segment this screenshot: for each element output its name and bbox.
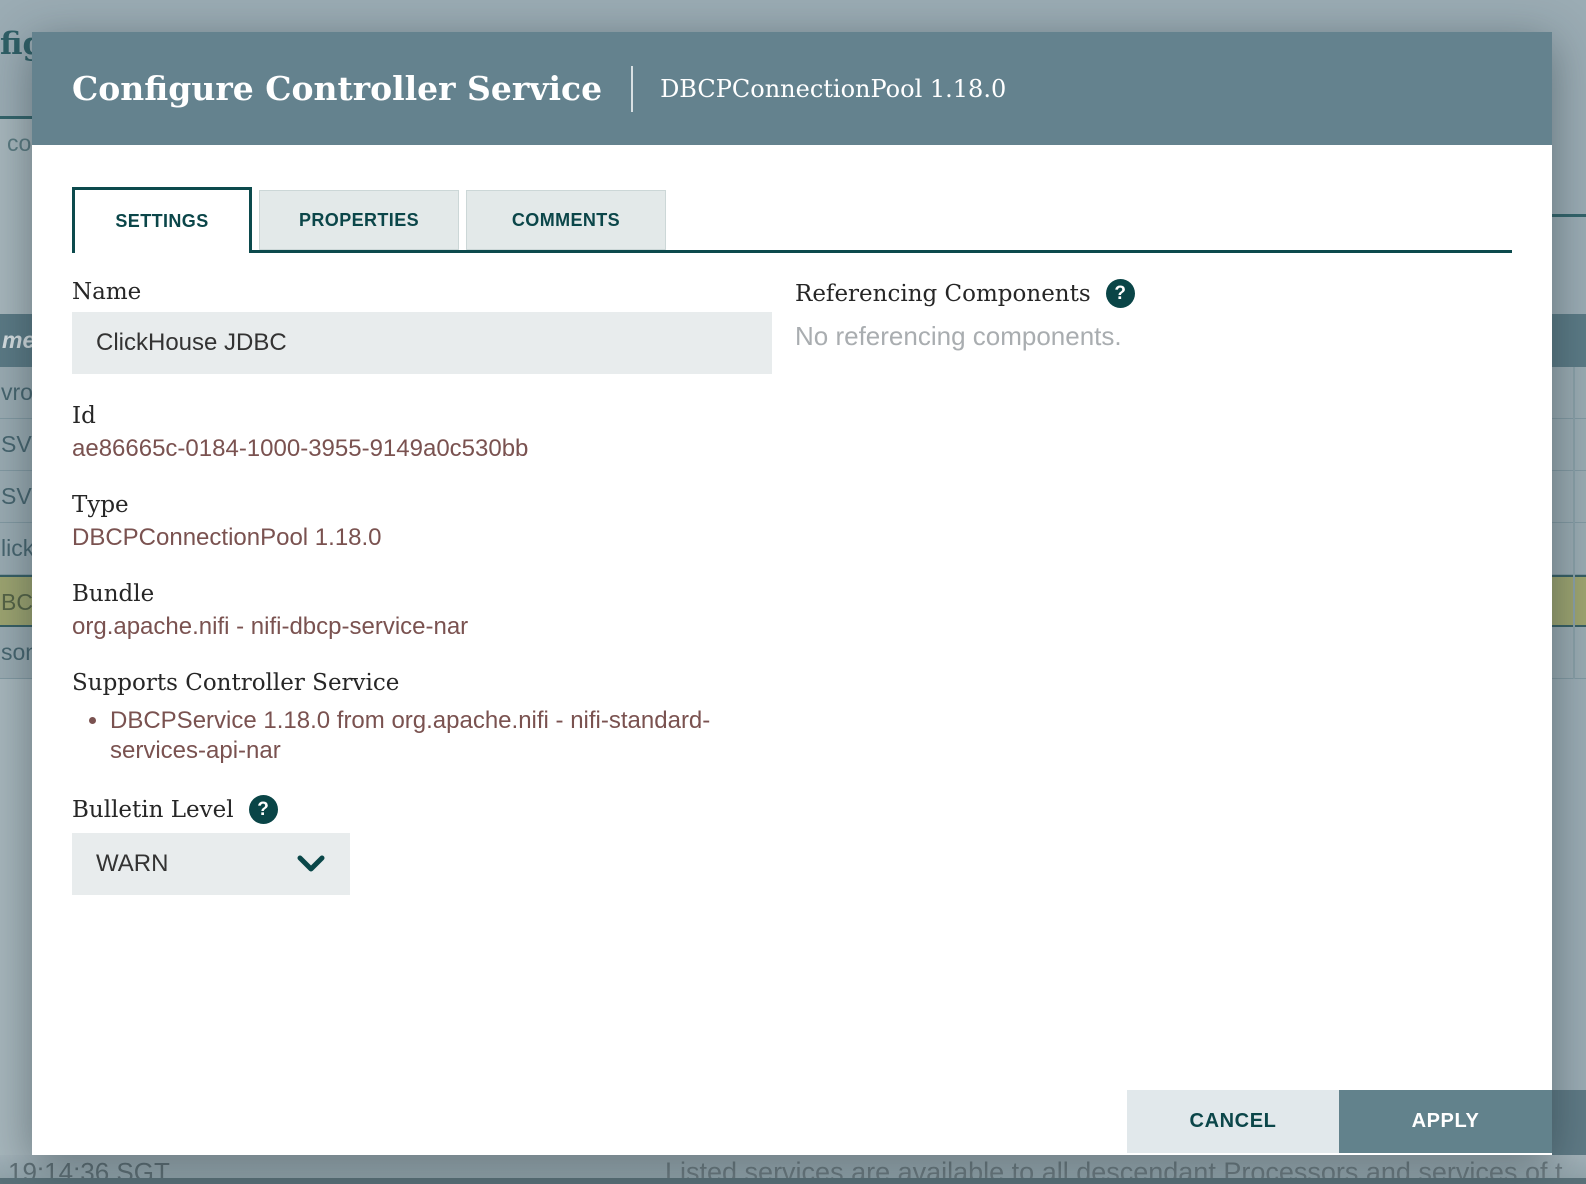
tab-bar: SETTINGS PROPERTIES COMMENTS — [72, 187, 1512, 253]
bg-table-rows-right — [1552, 367, 1586, 679]
table-row: SVF — [0, 419, 32, 471]
apply-button[interactable]: APPLY — [1339, 1090, 1552, 1153]
bg-divider-line — [0, 116, 32, 119]
bg-table-header: me — [0, 314, 32, 367]
dialog-button-bar: CANCEL APPLY — [1127, 1090, 1552, 1153]
type-field-group: Type DBCPConnectionPool 1.18.0 — [72, 492, 772, 552]
table-row — [1552, 367, 1586, 419]
table-row — [1552, 419, 1586, 471]
no-referencing-components-text: No referencing components. — [795, 321, 1512, 352]
supported-services-list: DBCPService 1.18.0 from org.apache.nifi … — [110, 706, 735, 766]
name-label: Name — [72, 279, 772, 305]
dialog-title: Configure Controller Service — [72, 69, 602, 108]
bg-table-header — [1552, 314, 1586, 367]
supports-label: Supports Controller Service — [72, 670, 772, 696]
bg-button-fragment — [1552, 1090, 1586, 1155]
configure-controller-service-dialog: Configure Controller Service DBCPConnect… — [32, 32, 1552, 1155]
bg-tab-fragment: co — [7, 130, 31, 157]
tab-comments[interactable]: COMMENTS — [466, 190, 666, 250]
bundle-value: org.apache.nifi - nifi-dbcp-service-nar — [72, 613, 772, 641]
tab-properties[interactable]: PROPERTIES — [259, 190, 459, 250]
table-row-selected: BCI — [0, 575, 32, 627]
table-row — [1552, 627, 1586, 679]
bg-bottom-edge — [0, 1178, 1586, 1184]
supported-service-item: DBCPService 1.18.0 from org.apache.nifi … — [110, 706, 735, 766]
referencing-label-row: Referencing Components ? — [795, 279, 1512, 308]
chevron-down-icon — [296, 855, 326, 873]
type-label: Type — [72, 492, 772, 518]
supports-field-group: Supports Controller Service DBCPService … — [72, 670, 772, 766]
table-row — [1552, 471, 1586, 523]
name-input[interactable] — [72, 312, 772, 374]
table-row: vro — [0, 367, 32, 419]
bulletin-level-label: Bulletin Level — [72, 797, 234, 823]
id-value: ae86665c-0184-1000-3955-9149a0c530bb — [72, 435, 772, 463]
cancel-button[interactable]: CANCEL — [1127, 1090, 1339, 1153]
table-row: son — [0, 627, 32, 679]
settings-right-column: Referencing Components ? No referencing … — [795, 279, 1512, 924]
table-row-selected — [1552, 575, 1586, 627]
table-row: lick — [0, 523, 32, 575]
bulletin-label-row: Bulletin Level ? — [72, 795, 772, 824]
bundle-field-group: Bundle org.apache.nifi - nifi-dbcp-servi… — [72, 581, 772, 641]
referencing-components-label: Referencing Components — [795, 281, 1091, 307]
dialog-subtitle: DBCPConnectionPool 1.18.0 — [660, 75, 1006, 103]
settings-tab-content: Name Id ae86665c-0184-1000-3955-9149a0c5… — [72, 279, 1512, 924]
id-label: Id — [72, 403, 772, 429]
bulletin-level-dropdown[interactable]: WARN — [72, 833, 350, 895]
bg-table-header-label: me — [2, 327, 35, 354]
title-divider — [631, 66, 633, 112]
help-icon[interactable]: ? — [249, 795, 278, 824]
bg-table-rows-left: vro SVF SVF lick BCI son — [0, 367, 32, 679]
type-value: DBCPConnectionPool 1.18.0 — [72, 524, 772, 552]
help-icon[interactable]: ? — [1106, 279, 1135, 308]
bg-table-gridline — [1573, 367, 1575, 679]
id-field-group: Id ae86665c-0184-1000-3955-9149a0c530bb — [72, 403, 772, 463]
tab-settings[interactable]: SETTINGS — [72, 187, 252, 253]
bulletin-field-group: Bulletin Level ? WARN — [72, 795, 772, 895]
bulletin-level-value: WARN — [96, 850, 296, 878]
table-row: SVF — [0, 471, 32, 523]
bg-divider-line — [1552, 214, 1586, 217]
name-field-group: Name — [72, 279, 772, 374]
settings-left-column: Name Id ae86665c-0184-1000-3955-9149a0c5… — [72, 279, 772, 924]
bundle-label: Bundle — [72, 581, 772, 607]
table-row — [1552, 523, 1586, 575]
dialog-header: Configure Controller Service DBCPConnect… — [32, 32, 1552, 145]
dialog-body: SETTINGS PROPERTIES COMMENTS Name Id ae8… — [32, 145, 1552, 1092]
